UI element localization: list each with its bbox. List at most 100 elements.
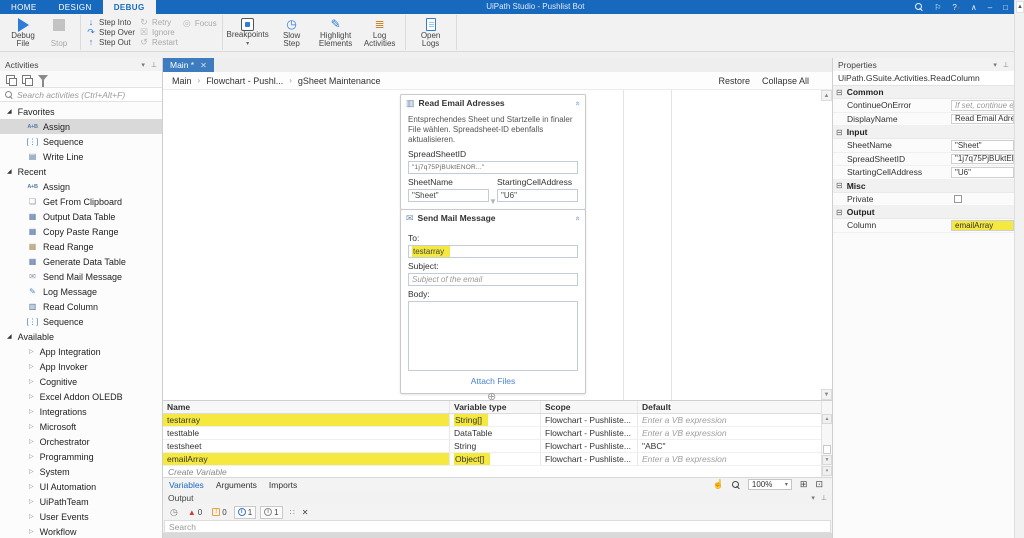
canvas-scroll-up-icon[interactable]: ▲ — [821, 90, 832, 101]
activity-category[interactable]: ▷ Orchestrator — [0, 434, 162, 449]
tab-main[interactable]: Main * ✕ — [163, 58, 214, 72]
ignore-button[interactable]: ☒ Ignore — [139, 28, 178, 38]
activity-tree-item[interactable]: ▤ Write Line — [0, 149, 162, 164]
pan-hand-icon[interactable]: ☝ — [713, 479, 724, 490]
clear-output-icon[interactable]: ✕ — [302, 508, 309, 517]
attach-files-link[interactable]: Attach Files — [408, 376, 578, 386]
output-search-box[interactable]: Search — [164, 520, 831, 533]
panel-pin-icon[interactable]: ⊥ — [1003, 61, 1009, 69]
activity-category[interactable]: ▷ Microsoft — [0, 419, 162, 434]
column-output-field[interactable]: emailArray — [951, 220, 1014, 231]
activity-category[interactable]: ▷ Integrations — [0, 404, 162, 419]
activity-tree-item[interactable]: ✎ Log Message — [0, 284, 162, 299]
tree-section-available[interactable]: ◢ Available — [0, 329, 162, 344]
column-header-variable-type[interactable]: Variable type — [450, 401, 541, 413]
variable-row[interactable]: testarray String[] Flowchart - Pushliste… — [163, 414, 832, 427]
activity-tree-item[interactable]: ▦ Generate Data Table — [0, 254, 162, 269]
collapse-chevron-icon[interactable]: « — [573, 101, 582, 105]
activity-category[interactable]: ▷ Programming — [0, 449, 162, 464]
startingcelladdress-property-field[interactable]: "U6" — [951, 167, 1014, 178]
body-field[interactable] — [408, 301, 578, 371]
expand-all-icon[interactable] — [6, 74, 17, 86]
activity-tree-item[interactable]: ▥ Read Column — [0, 299, 162, 314]
displayname-field[interactable]: Read Email Adresses — [951, 113, 1014, 124]
wrap-lines-icon[interactable]: ∷ — [290, 508, 295, 517]
scroll-thumb[interactable] — [823, 445, 831, 454]
collapse-all-icon[interactable] — [22, 74, 33, 86]
collapse-chevron-icon[interactable]: « — [573, 216, 582, 220]
window-scrollbar[interactable]: ▲ — [1014, 0, 1024, 538]
activity-category[interactable]: ▷ UI Automation — [0, 479, 162, 494]
debug-file-button[interactable]: Debug File — [5, 15, 41, 50]
ribbon-tab-design[interactable]: DESIGN — [48, 0, 103, 14]
tab-arguments[interactable]: Arguments — [216, 480, 257, 490]
column-header-default[interactable]: Default — [638, 401, 821, 413]
activity-tree-item[interactable]: A+B Assign — [0, 179, 162, 194]
stop-button[interactable]: Stop — [41, 15, 77, 50]
fit-to-screen-icon[interactable]: ⊞ — [800, 479, 808, 490]
add-activity-icon[interactable]: ⊕ — [487, 390, 496, 400]
scroll-up-icon[interactable]: ▲ — [822, 414, 832, 424]
subject-field[interactable]: Subject of the email — [408, 273, 578, 286]
activity-category[interactable]: ▷ User Events — [0, 509, 162, 524]
tree-section-favorites[interactable]: ◢ Favorites — [0, 104, 162, 119]
scroll-up-icon[interactable]: ▲ — [1016, 1, 1024, 13]
breadcrumb-gsheet-maintenance[interactable]: gSheet Maintenance — [298, 76, 381, 86]
filter-icon[interactable] — [38, 75, 48, 87]
activity-send-mail-message[interactable]: ✉ Send Mail Message « To: testarray Subj… — [400, 209, 586, 394]
zoom-level-select[interactable]: 100% ▾ — [747, 479, 792, 490]
private-checkbox[interactable] — [954, 194, 962, 203]
breadcrumb-main[interactable]: Main — [172, 76, 192, 86]
activity-category[interactable]: ▷ UiPathTeam — [0, 494, 162, 509]
restart-button[interactable]: ↺ Restart — [139, 37, 178, 47]
ribbon-tab-home[interactable]: HOME — [0, 0, 48, 14]
close-tab-icon[interactable]: ✕ — [200, 61, 207, 70]
errors-filter-button[interactable]: ▲ 0 — [185, 507, 205, 518]
search-icon[interactable] — [915, 3, 923, 11]
feedback-flag-icon[interactable]: ⚐ — [934, 3, 941, 12]
sheetname-property-field[interactable]: "Sheet" — [951, 140, 1014, 151]
info-filter-button[interactable]: i1 — [233, 505, 257, 519]
activity-read-email-adresses[interactable]: ▥ Read Email Adresses « Entsprechendes S… — [400, 94, 586, 210]
zoom-to-selection-icon[interactable]: ⊡ — [815, 479, 823, 490]
breakpoints-button[interactable]: Breakpoints ▾ — [226, 15, 270, 50]
panel-pin-icon[interactable]: ⊥ — [151, 61, 157, 69]
scroll-down-icon[interactable]: ▼ — [822, 455, 832, 465]
activity-tree-item[interactable]: A+B Assign — [0, 119, 162, 134]
panel-dropdown-icon[interactable]: ▾ — [141, 61, 145, 69]
focus-button[interactable]: ◎ Focus — [182, 18, 217, 28]
column-header-scope[interactable]: Scope — [541, 401, 638, 413]
tab-variables[interactable]: Variables — [169, 480, 204, 490]
sheetname-field[interactable]: "Sheet" — [408, 189, 489, 202]
activity-category[interactable]: ▷ Cognitive — [0, 374, 162, 389]
step-over-button[interactable]: ↷ Step Over — [86, 28, 135, 38]
activity-tree-item[interactable]: ▦ Output Data Table — [0, 209, 162, 224]
zoom-search-icon[interactable] — [731, 480, 740, 489]
minimize-icon[interactable]: – — [988, 3, 992, 12]
log-activities-button[interactable]: ≣ Log Activities — [358, 15, 402, 50]
step-out-button[interactable]: ↑ Step Out — [86, 37, 135, 47]
maximize-icon[interactable]: □ — [1003, 3, 1008, 12]
slow-step-button[interactable]: ◷ Slow Step — [270, 15, 314, 50]
variables-scrollbar[interactable]: ▲ ▼ ▾ — [821, 401, 832, 477]
spreadsheetid-property-field[interactable]: "1j7q75PjBUktENOR — [951, 153, 1014, 164]
startingcelladdress-field[interactable]: "U6" — [497, 189, 578, 202]
tree-section-recent[interactable]: ◢ Recent — [0, 164, 162, 179]
section-misc[interactable]: ⊟ Misc — [833, 179, 1014, 193]
continueonerror-field[interactable]: If set, continue execu — [951, 100, 1014, 111]
collapse-all-button[interactable]: Collapse All — [762, 76, 809, 86]
workflow-canvas[interactable]: ▥ Read Email Adresses « Entsprechendes S… — [163, 90, 832, 400]
highlight-elements-button[interactable]: ✎ Highlight Elements — [314, 15, 358, 50]
column-header-name[interactable]: Name — [163, 401, 450, 413]
create-variable-link[interactable]: Create Variable — [163, 466, 832, 477]
collapse-ribbon-icon[interactable]: ∧ — [971, 3, 977, 12]
panel-dropdown-icon[interactable]: ▾ — [811, 494, 815, 502]
trace-filter-button[interactable]: i1 — [260, 505, 283, 519]
activity-category[interactable]: ▷ Workflow — [0, 524, 162, 538]
panel-dropdown-icon[interactable]: ▾ — [993, 61, 997, 69]
variable-row[interactable]: testsheet String Flowchart - Pushliste..… — [163, 440, 832, 453]
warnings-filter-button[interactable]: ! 0 — [209, 507, 229, 518]
variable-row[interactable]: testtable DataTable Flowchart - Pushlist… — [163, 427, 832, 440]
activity-category[interactable]: ▷ App Integration — [0, 344, 162, 359]
section-input[interactable]: ⊟ Input — [833, 126, 1014, 139]
